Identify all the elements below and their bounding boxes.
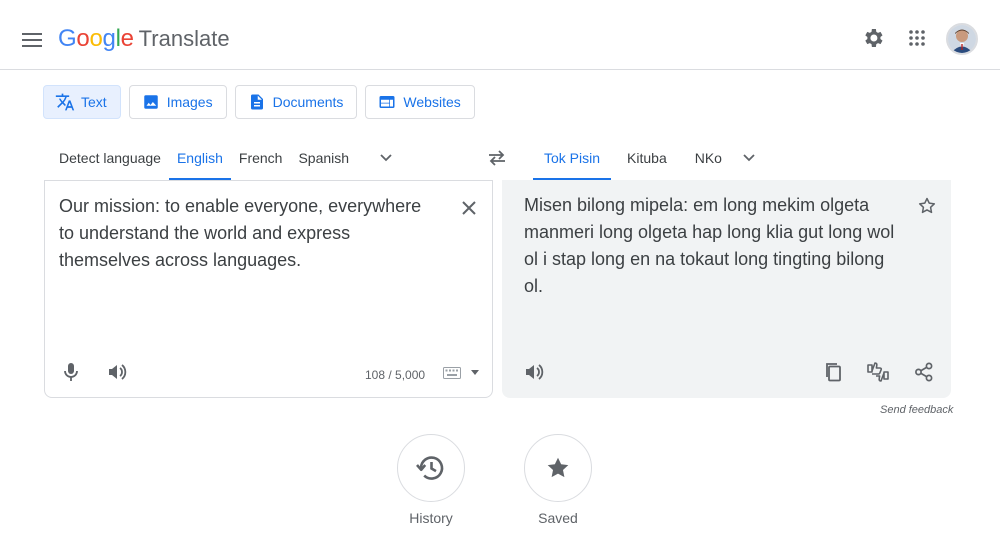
saved-button[interactable] [524, 434, 592, 502]
saved-label: Saved [538, 510, 578, 526]
website-icon [377, 92, 397, 112]
tab-target-nko[interactable]: NKo [685, 136, 732, 180]
saved-section: Saved [513, 434, 603, 526]
mode-documents-label: Documents [272, 94, 344, 110]
target-listen-speaker-icon[interactable] [520, 358, 548, 386]
saved-star-icon [547, 457, 569, 478]
mode-text-button[interactable]: Text [43, 85, 121, 119]
settings-gear-icon[interactable] [859, 24, 887, 52]
share-translation-icon[interactable] [910, 358, 938, 386]
mode-text-label: Text [81, 94, 107, 110]
swap-languages-icon[interactable] [482, 143, 512, 173]
input-tools-keyboard-icon[interactable] [443, 367, 479, 379]
google-translate-logo[interactable]: Google Translate [58, 25, 230, 53]
google-wordmark: Google [58, 25, 134, 52]
history-icon [416, 456, 444, 480]
translation-output-text: Misen bilong mipela: em long mekim olget… [524, 195, 895, 296]
copy-translation-icon[interactable] [819, 358, 847, 386]
translate-icon [55, 92, 75, 112]
mode-images-button[interactable]: Images [128, 85, 227, 119]
mode-websites-label: Websites [403, 94, 461, 110]
character-count: 108 / 5,000 [365, 368, 426, 382]
tab-target-tok-pisin[interactable]: Tok Pisin [533, 136, 612, 180]
source-text-panel: Our mission: to enable everyone, everywh… [44, 180, 493, 398]
apps-grid-icon[interactable] [903, 24, 931, 52]
mode-documents-button[interactable]: Documents [234, 85, 358, 119]
clear-text-close-icon[interactable] [455, 194, 483, 222]
tab-source-english[interactable]: English [168, 136, 231, 180]
send-feedback-link[interactable]: Send feedback [880, 404, 953, 416]
translation-mode-bar: Text Images Documents Websites [43, 85, 475, 119]
document-icon [247, 92, 267, 112]
product-name: Translate [138, 26, 230, 51]
history-section: History [386, 434, 476, 526]
history-label: History [409, 510, 453, 526]
source-language-bar: Detect language English French Spanish [51, 136, 401, 180]
source-more-languages-chevron-icon[interactable] [371, 143, 401, 173]
target-language-bar: Tok Pisin Kituba NKo [533, 136, 764, 180]
keyboard-dropdown-caret-icon [471, 370, 479, 375]
tab-source-spanish[interactable]: Spanish [290, 136, 357, 180]
tab-detect-language[interactable]: Detect language [51, 136, 169, 180]
tab-target-kituba[interactable]: Kituba [617, 136, 677, 180]
mode-websites-button[interactable]: Websites [365, 85, 475, 119]
history-button[interactable] [397, 434, 465, 502]
top-app-bar: Google Translate [0, 0, 1000, 70]
source-text-input[interactable]: Our mission: to enable everyone, everywh… [59, 193, 439, 274]
image-icon [141, 92, 161, 112]
mode-images-label: Images [166, 94, 213, 110]
translation-output-panel: Misen bilong mipela: em long mekim olget… [502, 180, 951, 398]
rate-translation-thumbs-icon[interactable] [864, 358, 892, 386]
main-menu-icon[interactable] [14, 22, 50, 58]
target-more-languages-chevron-icon[interactable] [734, 143, 764, 173]
source-listen-speaker-icon[interactable] [103, 358, 131, 386]
save-translation-star-icon[interactable] [913, 192, 941, 220]
tab-source-french[interactable]: French [231, 136, 291, 180]
account-avatar[interactable] [946, 23, 978, 55]
microphone-icon[interactable] [57, 358, 85, 386]
